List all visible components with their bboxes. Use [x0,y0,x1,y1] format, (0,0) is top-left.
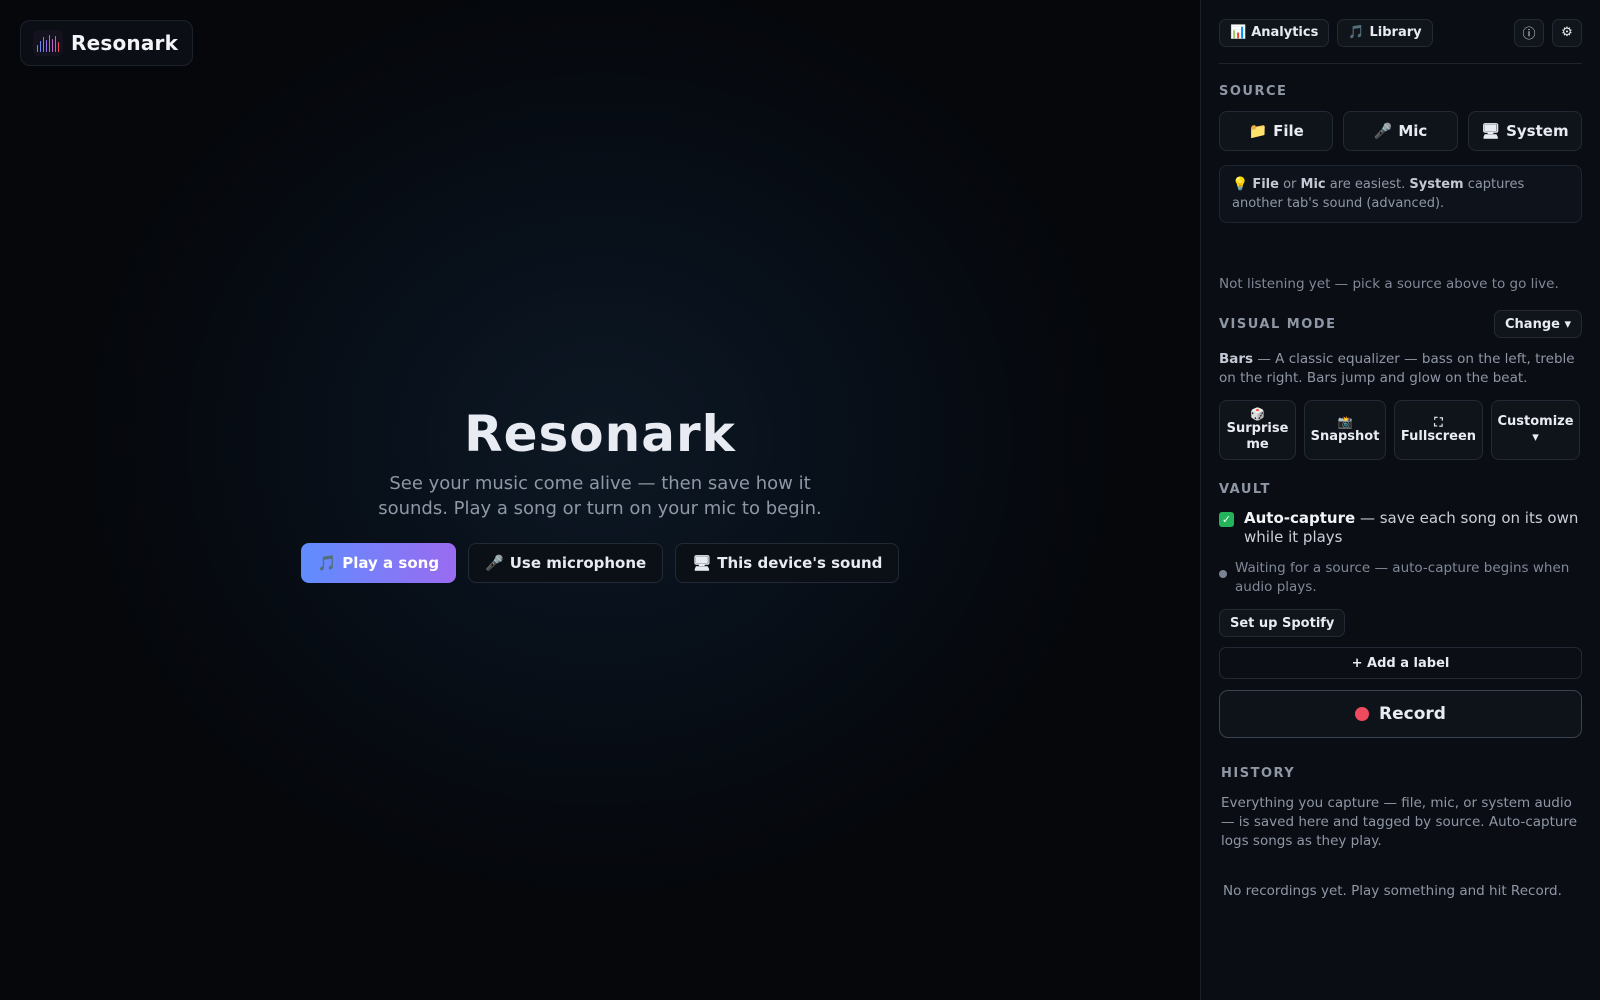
play-song-button[interactable]: 🎵 Play a song [300,543,457,583]
equalizer-logo-icon [33,30,63,56]
history-empty-state: No recordings yet. Play something and hi… [1223,883,1562,899]
bar-chart-icon: 📊 [1230,25,1247,40]
music-note-icon: 🎵 [1348,25,1365,40]
fullscreen-icon: ⛶ [1434,415,1443,429]
snapshot-button[interactable]: 📸 Snapshot [1304,400,1386,460]
history-description: Everything you capture — file, mic, or s… [1221,795,1578,849]
settings-button[interactable]: ⚙ [1552,18,1582,47]
library-button[interactable]: 🎵 Library [1337,18,1433,47]
source-file-button[interactable]: 📁 File [1219,111,1334,151]
device-sound-button[interactable]: 🖥 This device's sound [675,543,900,583]
topbar-divider [1219,63,1582,64]
fullscreen-button[interactable]: ⛶ Fullscreen [1394,400,1483,460]
source-system-button[interactable]: 🖥 System [1467,111,1582,151]
microphone-icon: 🎤 [485,554,504,572]
auto-capture-title: Auto-capture [1244,509,1356,527]
visual-mode-header: VISUAL MODE Change ▾ [1219,310,1582,338]
auto-capture-checkbox[interactable]: ✓ [1219,512,1234,527]
monitor-icon: 🖥 [1481,122,1501,140]
record-icon [1355,707,1370,721]
panel-topbar: 📊 Analytics 🎵 Library ⓘ ⚙ [1219,18,1582,47]
change-mode-button[interactable]: Change ▾ [1494,310,1582,338]
camera-icon: 📸 [1337,415,1353,429]
surprise-me-button[interactable]: 🎲 Surprise me [1219,400,1296,460]
hero-subtitle: See your music come alive — then save ho… [378,473,822,519]
capture-status: Waiting for a source — auto-capture begi… [1219,559,1582,597]
hero: Resonark See your music come alive — the… [0,405,1200,583]
info-icon: ⓘ [1522,27,1536,42]
add-label-button[interactable]: + Add a label [1219,647,1582,679]
app-name: Resonark [71,31,179,55]
dice-icon: 🎲 [1250,407,1265,421]
record-button[interactable]: Record [1219,690,1582,738]
mode-description: Bars — A classic equalizer — bass on the… [1219,351,1575,386]
source-mic-button[interactable]: 🎤 Mic [1343,111,1458,151]
microphone-icon: 🎤 [1373,122,1393,140]
source-buttons: 📁 File 🎤 Mic 🖥 System [1219,111,1582,151]
history-heading: HISTORY [1221,766,1296,781]
control-panel: 📊 Analytics 🎵 Library ⓘ ⚙ SOURCE 📁 File … [1200,0,1600,1000]
auto-capture-row: ✓ Auto-capture — save each song on its o… [1219,509,1582,547]
hero-title: Resonark [464,405,736,463]
visual-mode-heading: VISUAL MODE [1219,316,1337,332]
analytics-button[interactable]: 📊 Analytics [1219,18,1330,47]
lightbulb-icon: 💡 [1232,177,1249,192]
folder-icon: 📁 [1248,122,1268,140]
music-note-icon: 🎵 [317,554,337,572]
vault-heading: VAULT [1219,482,1271,497]
info-button[interactable]: ⓘ [1514,18,1544,47]
visual-tools: 🎲 Surprise me 📸 Snapshot ⛶ Fullscreen Cu… [1219,400,1582,460]
hero-actions: 🎵 Play a song 🎤 Use microphone 🖥 This de… [0,543,1200,583]
listening-status: Not listening yet — pick a source above … [1219,276,1559,292]
source-hint: 💡 File or Mic are easiest. System captur… [1219,165,1582,223]
gear-icon: ⚙ [1561,25,1573,40]
setup-spotify-button[interactable]: Set up Spotify [1219,609,1346,637]
app-logo: Resonark [20,20,194,66]
use-microphone-button[interactable]: 🎤 Use microphone [468,543,664,583]
monitor-icon: 🖥 [692,554,712,572]
status-dot [1219,570,1227,578]
source-heading: SOURCE [1219,84,1288,99]
customize-button[interactable]: Customize ▾ [1491,400,1580,460]
